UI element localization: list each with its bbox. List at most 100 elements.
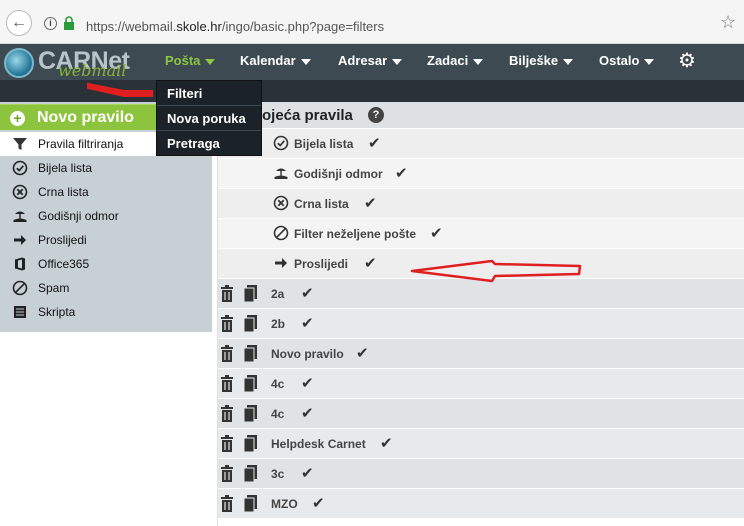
copy-icon[interactable] (244, 345, 257, 362)
sidebar-item-proslijedi[interactable]: Proslijedi (0, 228, 212, 252)
carnet-logo[interactable]: CARNet webmail (4, 46, 154, 80)
sidebar-item-godisnji-odmor[interactable]: Godišnji odmor (0, 204, 212, 228)
user-rule-row[interactable]: 4c ✔ (218, 369, 744, 399)
check-circle-icon (12, 160, 28, 176)
logo-globe-icon (4, 48, 34, 78)
trash-icon[interactable] (221, 465, 233, 482)
system-rule-row[interactable]: Proslijedi ✔ (218, 249, 744, 279)
bookmark-star-icon[interactable]: ☆ (720, 12, 736, 33)
enabled-check-icon[interactable]: ✔ (364, 254, 377, 272)
arrow-right-icon (275, 258, 287, 268)
enabled-check-icon[interactable]: ✔ (312, 494, 325, 512)
trash-icon[interactable] (221, 345, 233, 362)
sidebar-item-spam[interactable]: Spam (0, 276, 212, 300)
copy-icon[interactable] (244, 315, 257, 332)
sidebar-item-label: Pravila filtriranja (38, 137, 124, 151)
rule-name[interactable]: Bijela lista (294, 137, 353, 151)
nav-substrip (0, 80, 744, 102)
info-icon[interactable]: i (44, 17, 57, 30)
sidebar-item-office365[interactable]: Office365 (0, 252, 212, 276)
rule-name[interactable]: Crna lista (294, 197, 349, 211)
sidebar-item-label: Crna lista (38, 185, 89, 199)
trash-icon[interactable] (221, 405, 233, 422)
vacation-icon (13, 211, 27, 222)
sidebar-item-crna-lista[interactable]: Crna lista (0, 180, 212, 204)
rule-name[interactable]: Novo pravilo (271, 347, 344, 361)
chevron-down-icon (644, 58, 655, 65)
menu-item-nova-poruka[interactable]: Nova poruka (157, 106, 261, 131)
copy-icon[interactable] (244, 495, 257, 512)
rule-name[interactable]: 2b (271, 317, 285, 331)
address-bar[interactable]: https://webmail.skole.hr/ingo/basic.php?… (86, 19, 384, 34)
enabled-check-icon[interactable]: ✔ (301, 314, 314, 332)
x-circle-icon (273, 195, 289, 211)
rule-name[interactable]: Filter neželjene pošte (294, 227, 416, 241)
nav-biljeske[interactable]: Bilješke (509, 53, 574, 68)
help-icon[interactable]: ? (368, 107, 384, 123)
copy-icon[interactable] (244, 435, 257, 452)
menu-item-pretraga[interactable]: Pretraga (157, 131, 261, 156)
rule-name[interactable]: Proslijedi (294, 257, 348, 271)
copy-icon[interactable] (244, 465, 257, 482)
check-circle-icon (273, 135, 289, 151)
office-icon (15, 257, 25, 271)
enabled-check-icon[interactable]: ✔ (356, 344, 369, 362)
chevron-down-icon (563, 58, 574, 65)
chevron-down-icon (205, 58, 216, 65)
system-rule-row[interactable]: Godišnji odmor ✔ (218, 159, 744, 189)
nav-posta[interactable]: Pošta (165, 53, 216, 68)
sidebar-item-label: Godišnji odmor (38, 209, 119, 223)
trash-icon[interactable] (221, 315, 233, 332)
back-arrow-icon[interactable]: ← (6, 10, 32, 36)
nav-kalendar[interactable]: Kalendar (240, 53, 311, 68)
menu-item-filteri[interactable]: Filteri (157, 81, 261, 106)
user-rule-row[interactable]: 3c ✔ (218, 459, 744, 489)
rule-name[interactable]: MZO (271, 497, 298, 511)
rule-name[interactable]: Helpdesk Carnet (271, 437, 366, 451)
chevron-down-icon (392, 58, 403, 65)
gear-icon[interactable]: ⚙ (678, 51, 696, 71)
sidebar-item-label: Office365 (38, 257, 90, 271)
system-rule-row[interactable]: Bijela lista ✔ (218, 129, 744, 159)
trash-icon[interactable] (221, 435, 233, 452)
enabled-check-icon[interactable]: ✔ (430, 224, 443, 242)
sidebar-item-bijela-lista[interactable]: Bijela lista (0, 156, 212, 180)
nav-ostalo[interactable]: Ostalo (599, 53, 655, 68)
trash-icon[interactable] (221, 285, 233, 302)
enabled-check-icon[interactable]: ✔ (301, 374, 314, 392)
user-rule-row[interactable]: 2b ✔ (218, 309, 744, 339)
chevron-down-icon (300, 58, 311, 65)
user-rule-row[interactable]: Novo pravilo ✔ (218, 339, 744, 369)
enabled-check-icon[interactable]: ✔ (368, 134, 381, 152)
page-title-bar: ojeća pravila (218, 102, 744, 128)
rule-name[interactable]: Godišnji odmor (294, 167, 383, 181)
user-rule-row[interactable]: 2a ✔ (218, 279, 744, 309)
rule-name[interactable]: 2a (271, 287, 284, 301)
copy-icon[interactable] (244, 375, 257, 392)
user-rule-row[interactable]: 4c ✔ (218, 399, 744, 429)
copy-icon[interactable] (244, 405, 257, 422)
nav-zadaci[interactable]: Zadaci (427, 53, 484, 68)
spam-icon (273, 225, 289, 241)
trash-icon[interactable] (221, 375, 233, 392)
rule-name[interactable]: 4c (271, 377, 284, 391)
nav-adresar[interactable]: Adresar (338, 53, 403, 68)
enabled-check-icon[interactable]: ✔ (301, 464, 314, 482)
copy-icon[interactable] (244, 285, 257, 302)
rule-name[interactable]: 4c (271, 407, 284, 421)
posta-dropdown-menu: Filteri Nova poruka Pretraga (156, 80, 262, 156)
rule-name[interactable]: 3c (271, 467, 284, 481)
trash-icon[interactable] (221, 495, 233, 512)
user-rule-row[interactable]: MZO ✔ (218, 489, 744, 519)
chevron-down-icon (473, 58, 484, 65)
enabled-check-icon[interactable]: ✔ (301, 284, 314, 302)
enabled-check-icon[interactable]: ✔ (380, 434, 393, 452)
enabled-check-icon[interactable]: ✔ (301, 404, 314, 422)
enabled-check-icon[interactable]: ✔ (395, 164, 408, 182)
sidebar-item-label: Skripta (38, 305, 76, 319)
enabled-check-icon[interactable]: ✔ (364, 194, 377, 212)
system-rule-row[interactable]: Filter neželjene pošte ✔ (218, 219, 744, 249)
user-rule-row[interactable]: Helpdesk Carnet ✔ (218, 429, 744, 459)
system-rule-row[interactable]: Crna lista ✔ (218, 189, 744, 219)
sidebar-item-skripta[interactable]: Skripta (0, 300, 212, 324)
